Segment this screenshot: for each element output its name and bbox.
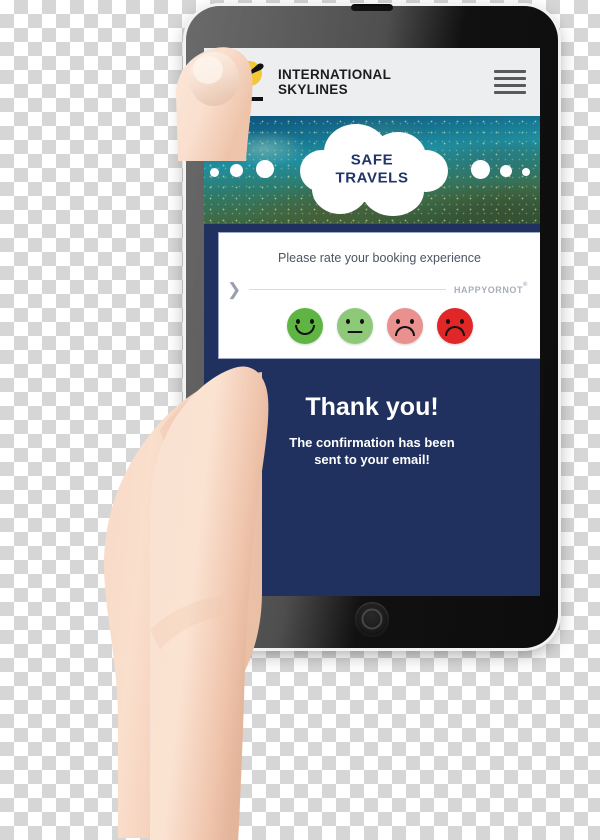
smiley-unhappy[interactable]: [386, 308, 423, 344]
hamburger-bar: [494, 77, 526, 80]
banner-line-1: SAFE: [350, 151, 394, 169]
home-button[interactable]: [355, 602, 389, 636]
nail-highlight: [193, 56, 223, 84]
eye-icon: [459, 319, 464, 324]
registered-mark: ®: [523, 281, 528, 288]
brand-name: INTERNATIONAL SKYLINES: [278, 67, 391, 97]
banner-line-2: TRAVELS: [335, 170, 409, 187]
eye-icon: [359, 319, 364, 324]
safe-travels-text: SAFE TRAVELS: [296, 152, 448, 189]
eye-icon: [309, 319, 314, 324]
mouth-flat-icon: [347, 331, 362, 333]
confirmation-line-1: The confirmation has been: [289, 435, 455, 450]
bubble-dot: [471, 160, 490, 179]
hamburger-menu-icon[interactable]: [494, 70, 526, 94]
thumb-tip-overlap: [176, 47, 253, 162]
bubble-dot: [500, 165, 512, 177]
safe-travels-cloud: SAFE TRAVELS: [296, 124, 448, 216]
happyornot-logo: HAPPYORNOT®: [454, 281, 528, 295]
happyornot-wordmark: HAPPYORNOT: [454, 284, 524, 295]
bubble-dot: [522, 168, 530, 176]
mouth-frown-icon: [394, 326, 415, 336]
earpiece-speaker: [351, 4, 393, 11]
brand-line-2: SKYLINES: [278, 82, 348, 97]
hamburger-bar: [494, 91, 526, 94]
eye-icon: [409, 319, 414, 324]
eye-icon: [445, 319, 450, 324]
brand-line-1: INTERNATIONAL: [278, 66, 392, 82]
eye-icon: [345, 319, 350, 324]
eye-icon: [395, 319, 400, 324]
mouth-frown-icon: [444, 326, 465, 336]
hand-holding-phone: [104, 366, 269, 840]
hamburger-bar: [494, 70, 526, 73]
confirmation-line-2: sent to your email!: [314, 452, 430, 468]
hamburger-bar: [494, 84, 526, 87]
smiley-very-unhappy[interactable]: [436, 308, 473, 344]
smiley-happy[interactable]: [336, 308, 373, 344]
